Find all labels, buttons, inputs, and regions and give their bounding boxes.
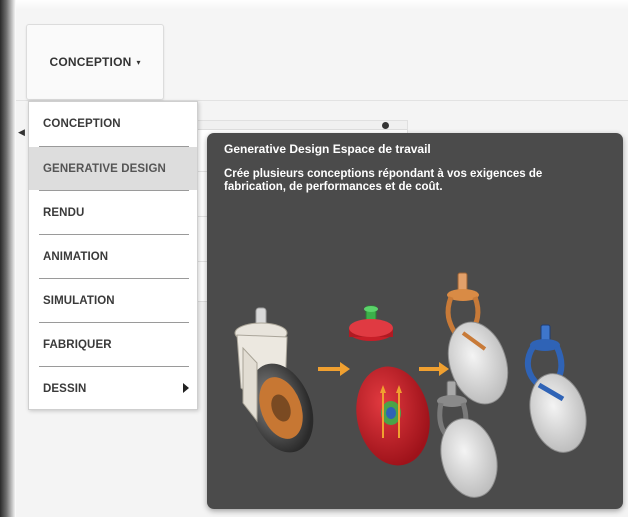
menu-item-label: DESSIN (43, 382, 87, 395)
scrollbar-thumb[interactable] (382, 122, 389, 129)
menu-item-label: RENDU (43, 206, 85, 219)
scroll-left-icon[interactable]: ◀ (18, 127, 25, 138)
toolbar: CONCEPTION ▾ (16, 10, 628, 101)
menu-item-label: FABRIQUER (43, 338, 112, 351)
setup-geometry-icon (349, 305, 430, 466)
menu-item-animation[interactable]: ANIMATION (29, 235, 197, 278)
arrow-right-icon (318, 362, 350, 376)
workspace-switcher-button[interactable]: CONCEPTION ▾ (26, 24, 164, 100)
menu-item-dessin[interactable]: DESSIN (29, 367, 197, 410)
menu-item-label: CONCEPTION (43, 117, 121, 130)
menu-item-simulation[interactable]: SIMULATION (29, 279, 197, 322)
workspace-menu: CONCEPTION GENERATIVE DESIGN RENDU ANIMA… (28, 101, 198, 410)
original-caster-icon (234, 307, 314, 453)
result-caster-blue-icon (524, 324, 587, 453)
menu-item-conception[interactable]: CONCEPTION (29, 102, 197, 145)
workspace-switcher-label: CONCEPTION (49, 55, 132, 69)
workspace-tooltip: Generative Design Espace de travail Crée… (207, 133, 623, 509)
chevron-right-icon (183, 383, 189, 393)
arrow-right-icon (419, 362, 449, 376)
menu-item-label: ANIMATION (43, 250, 109, 263)
menu-item-generative-design[interactable]: GENERATIVE DESIGN (29, 147, 197, 190)
generative-design-illustration (234, 272, 587, 498)
panel-scrollbar[interactable] (197, 121, 407, 130)
menu-item-label: SIMULATION (43, 294, 115, 307)
app-window: CONCEPTION ▾ ◀ CONCEPTION GENERATIVE DES… (16, 10, 628, 517)
tooltip-title: Generative Design Espace de travail (224, 142, 431, 156)
menu-item-fabriquer[interactable]: FABRIQUER (29, 323, 197, 366)
tooltip-description: Crée plusieurs conceptions répondant à v… (224, 168, 543, 193)
menu-item-label: GENERATIVE DESIGN (43, 162, 166, 175)
chevron-down-icon: ▾ (136, 57, 141, 67)
window-left-shadow (0, 0, 16, 517)
menu-item-rendu[interactable]: RENDU (29, 191, 197, 234)
